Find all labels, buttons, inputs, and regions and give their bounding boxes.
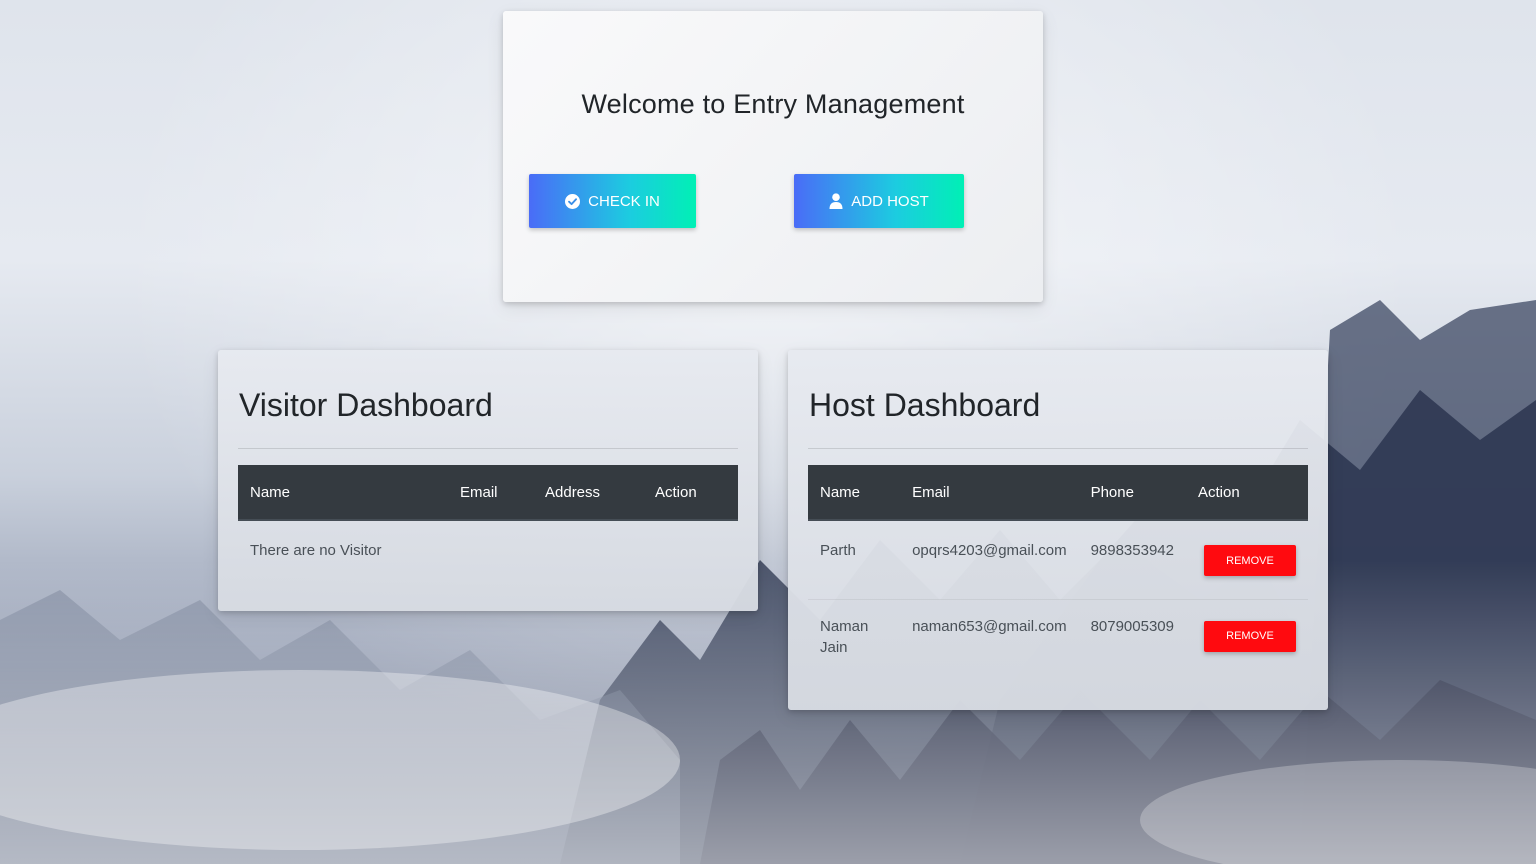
column-header-phone: Phone	[1078, 465, 1186, 521]
welcome-card: Welcome to Entry Management CHECK IN ADD…	[503, 11, 1043, 302]
column-header-action: Action	[1186, 465, 1308, 521]
divider	[808, 448, 1308, 449]
add-host-button[interactable]: ADD HOST	[794, 174, 964, 228]
check-in-button[interactable]: CHECK IN	[529, 174, 696, 228]
host-action-cell: REMOVE	[1186, 520, 1308, 600]
check-circle-icon	[565, 193, 581, 209]
host-email: opqrs4203@gmail.com	[900, 520, 1079, 600]
column-header-email: Email	[448, 465, 533, 521]
remove-button[interactable]: REMOVE	[1204, 620, 1296, 652]
check-in-label: CHECK IN	[588, 192, 660, 210]
host-email: naman653@gmail.com	[912, 617, 1067, 635]
divider	[238, 448, 738, 449]
host-name: Parth	[808, 520, 901, 600]
visitor-table: Name Email Address Action There are no V…	[238, 465, 738, 573]
host-name: Naman Jain	[820, 617, 869, 656]
table-row: Parth opqrs4203@gmail.com 9898353942 REM…	[808, 520, 1308, 600]
table-row: There are no Visitor	[238, 520, 738, 573]
column-header-address: Address	[533, 465, 643, 521]
host-action-cell: REMOVE	[1186, 599, 1308, 670]
visitor-dashboard-title: Visitor Dashboard	[239, 387, 493, 423]
add-host-label: ADD HOST	[851, 192, 929, 210]
column-header-email: Email	[900, 465, 1079, 521]
host-dashboard-card: Host Dashboard Name Email Phone Action P…	[788, 350, 1328, 710]
user-icon	[829, 193, 843, 209]
welcome-title: Welcome to Entry Management	[581, 89, 965, 119]
remove-button[interactable]: REMOVE	[1204, 545, 1296, 576]
column-header-action: Action	[643, 465, 738, 521]
host-dashboard-title: Host Dashboard	[809, 387, 1041, 423]
visitor-dashboard-card: Visitor Dashboard Name Email Address Act…	[218, 350, 758, 611]
empty-message: There are no Visitor	[250, 542, 382, 559]
host-phone: 8079005309	[1090, 617, 1174, 635]
table-row: Naman Jain naman653@gmail.com 8079005309…	[808, 599, 1308, 670]
column-header-name: Name	[808, 465, 901, 521]
host-table: Name Email Phone Action Parth opqrs4203@…	[808, 465, 1308, 670]
host-phone: 9898353942	[1078, 520, 1186, 600]
table-header-row: Name Email Address Action	[238, 465, 738, 521]
table-header-row: Name Email Phone Action	[808, 465, 1308, 521]
column-header-name: Name	[238, 465, 448, 521]
